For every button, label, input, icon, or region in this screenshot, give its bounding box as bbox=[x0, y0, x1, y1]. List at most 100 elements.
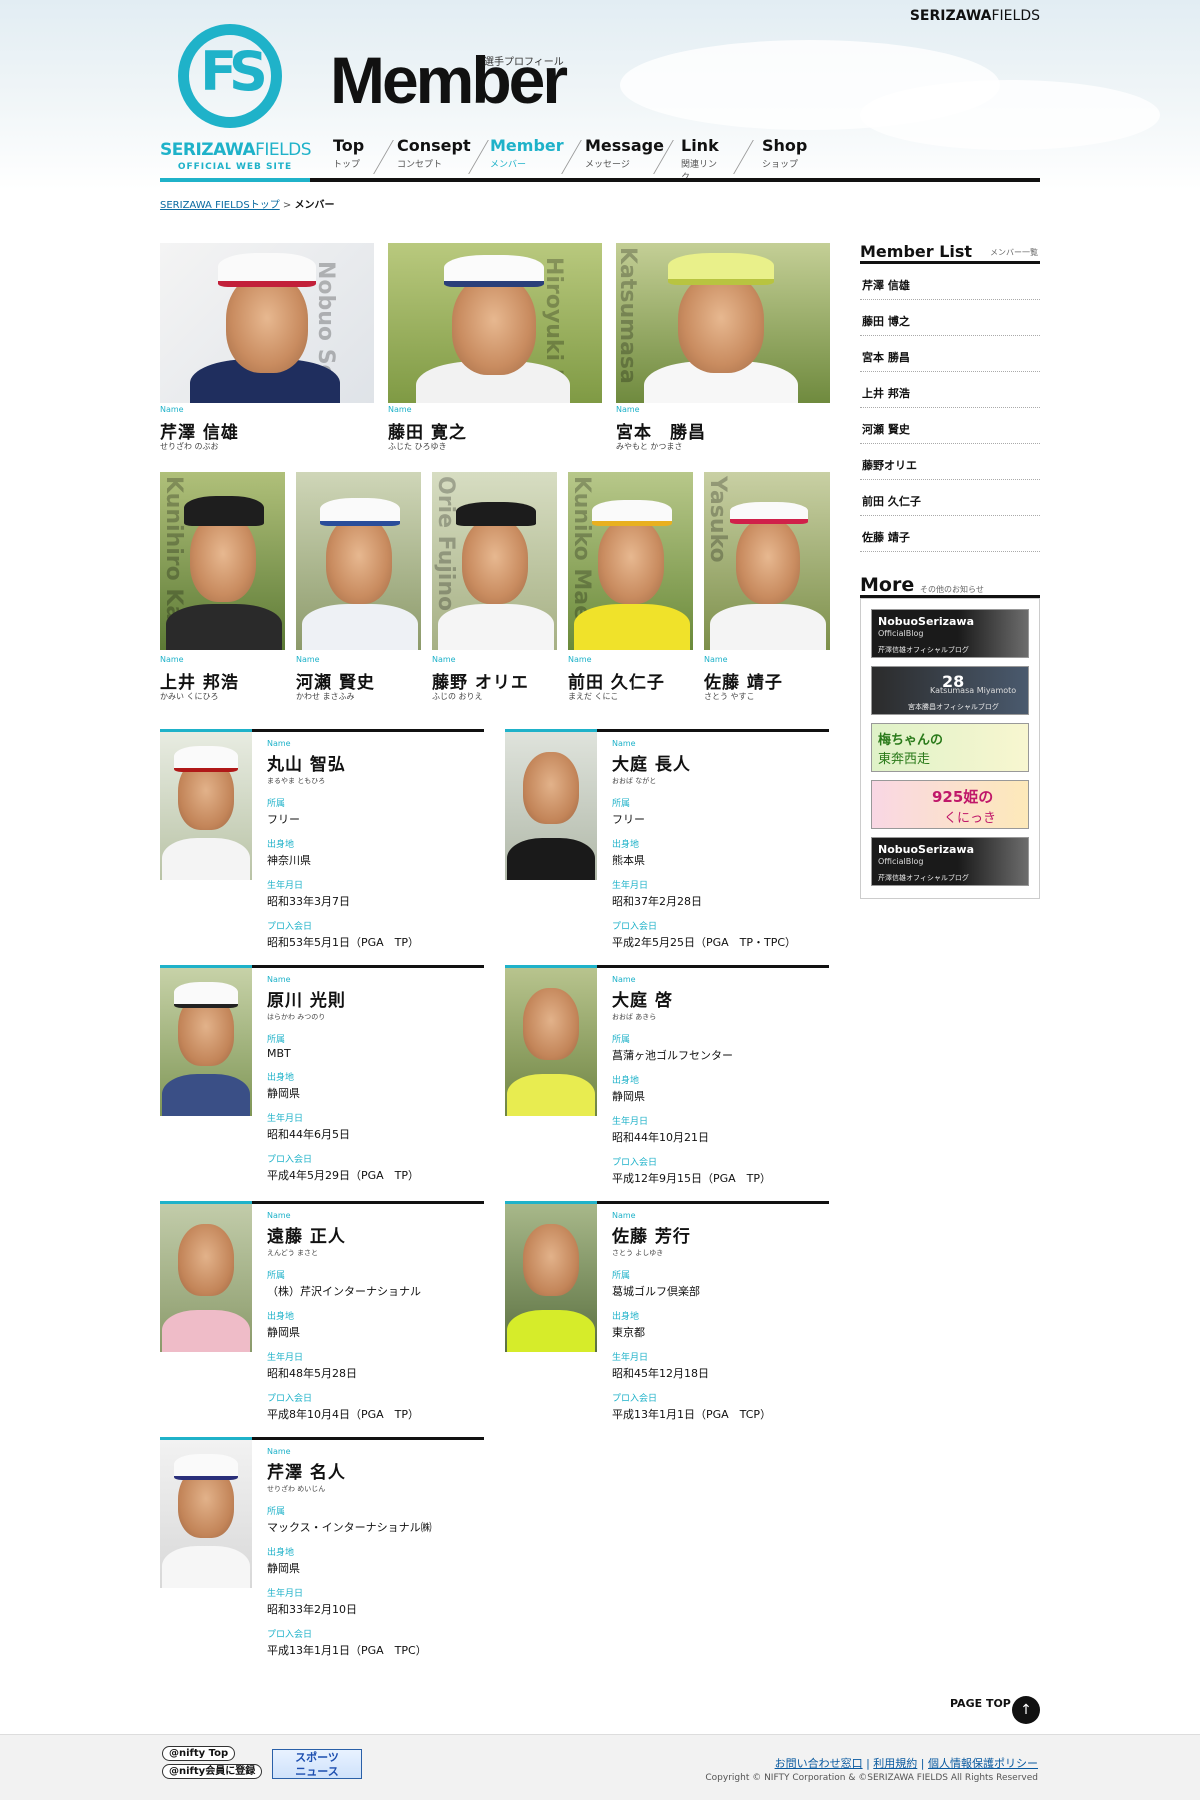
breadcrumb-home-link[interactable]: SERIZAWA FIELDSトップ bbox=[160, 200, 280, 211]
banner-serizawa-blog-2[interactable]: NobuoSerizawa OfficialBlog 芹澤信雄オフィシャルブログ bbox=[871, 837, 1029, 886]
member-list-item[interactable]: 佐藤 靖子 bbox=[860, 516, 1040, 552]
member-name[interactable]: 前田 久仁子 bbox=[568, 668, 665, 693]
site-logo[interactable]: FS SERIZAWAFIELDS OFFICIAL WEB SITE bbox=[160, 22, 312, 182]
nav-link[interactable]: Link関連リンク bbox=[681, 136, 719, 183]
affiliation-value: フリー bbox=[612, 813, 645, 826]
affiliation-value: フリー bbox=[267, 813, 300, 826]
member-list-item[interactable]: 上井 邦浩 bbox=[860, 372, 1040, 408]
birthday-label: 生年月日 bbox=[267, 1114, 304, 1124]
pro-date-value: 昭和53年5月1日（PGA TP） bbox=[267, 936, 420, 949]
profile-name: 丸山 智弘 bbox=[267, 755, 346, 775]
birthday-label: 生年月日 bbox=[612, 881, 649, 891]
member-name[interactable]: 藤野 オリエ bbox=[432, 668, 529, 693]
pro-date-value: 平成13年1月1日（PGA TCP） bbox=[612, 1408, 772, 1421]
name-label: Name bbox=[296, 655, 320, 664]
birthplace-label: 出身地 bbox=[267, 1548, 295, 1558]
member-list-item[interactable]: 前田 久仁子 bbox=[860, 480, 1040, 516]
member-photo-kamii-kunihiro[interactable]: Kunihiro Kamii bbox=[160, 472, 285, 650]
pro-date-value: 平成4年5月29日（PGA TP） bbox=[267, 1169, 420, 1182]
profile-card: Name 佐藤 芳行 さとう よしゆき 所属 葛城ゴルフ倶楽部 出身地 東京都 … bbox=[505, 1201, 829, 1431]
sports-news-button[interactable]: スポーツ ニュース bbox=[272, 1749, 362, 1779]
terms-link[interactable]: 利用規約 bbox=[873, 1757, 917, 1770]
member-list-item[interactable]: 芹澤 信雄 bbox=[860, 264, 1040, 300]
nav-member[interactable]: Member メンバー bbox=[490, 136, 564, 170]
profile-name: 芹澤 名人 bbox=[267, 1463, 346, 1483]
profile-photo bbox=[160, 732, 252, 880]
member-kana: ふじの おりえ bbox=[432, 692, 483, 701]
affiliation-label: 所属 bbox=[612, 1271, 631, 1281]
member-name[interactable]: 上井 邦浩 bbox=[160, 668, 239, 693]
profile-card: Name 遠藤 正人 えんどう まさと 所属 （株）芹沢インターナショナル 出身… bbox=[160, 1201, 484, 1431]
pro-date-label: プロ入会日 bbox=[267, 1630, 313, 1640]
name-label: Name bbox=[612, 739, 636, 748]
birthday-label: 生年月日 bbox=[612, 1117, 649, 1127]
nifty-join-button[interactable]: @nifty会員に登録 bbox=[162, 1764, 263, 1779]
affiliation-label: 所属 bbox=[267, 1507, 286, 1517]
pro-date-value: 平成2年5月25日（PGA TP・TPC） bbox=[612, 936, 797, 949]
nav-consept[interactable]: Consept コンセプト bbox=[397, 136, 471, 170]
copyright: Copyright © NIFTY Corporation & ©SERIZAW… bbox=[705, 1773, 1038, 1783]
nav-message[interactable]: Message メッセージ bbox=[585, 136, 664, 170]
member-kana: さとう やすこ bbox=[704, 692, 755, 701]
banner-serizawa-blog[interactable]: NobuoSerizawa OfficialBlog 芹澤信雄オフィシャルブログ bbox=[871, 609, 1029, 658]
banner-ume-chan[interactable]: 梅ちゃんの 東奔西走 bbox=[871, 723, 1029, 772]
contact-link[interactable]: お問い合わせ窓口 bbox=[775, 1757, 863, 1770]
member-photo-serizawa-nobuo[interactable]: Nobuo Serizawa bbox=[160, 243, 374, 403]
nav-top[interactable]: Top トップ bbox=[333, 136, 364, 170]
sidebar: Member List メンバー一覧 芹澤 信雄 藤田 博之 宮本 勝昌 上井 … bbox=[860, 240, 1040, 899]
birthplace-value: 静岡県 bbox=[267, 1087, 300, 1100]
name-label: Name bbox=[267, 1211, 291, 1220]
birthplace-value: 東京都 bbox=[612, 1326, 645, 1339]
profile-kana: はらかわ みつのり bbox=[267, 1013, 326, 1021]
member-photo-maeda-kuniko[interactable]: Kuniko Maeda bbox=[568, 472, 693, 650]
profile-kana: せりざわ めいじん bbox=[267, 1485, 326, 1493]
profile-kana: おおば ながと bbox=[612, 777, 657, 785]
pro-date-value: 平成12年9月15日（PGA TP） bbox=[612, 1172, 772, 1185]
profile-kana: さとう よしゆき bbox=[612, 1249, 664, 1257]
affiliation-label: 所属 bbox=[612, 799, 631, 809]
member-list-item[interactable]: 藤野オリエ bbox=[860, 444, 1040, 480]
member-list-item[interactable]: 河瀬 賢史 bbox=[860, 408, 1040, 444]
breadcrumb: SERIZAWA FIELDSトップ > メンバー bbox=[160, 196, 334, 211]
profile-photo bbox=[505, 732, 597, 880]
member-list-subtitle: メンバー一覧 bbox=[990, 248, 1038, 257]
member-photo-sato-yasuko[interactable]: Yasuko bbox=[704, 472, 830, 650]
member-name[interactable]: 佐藤 靖子 bbox=[704, 668, 783, 693]
member-photo-kawase-masafumi[interactable] bbox=[296, 472, 421, 650]
member-name[interactable]: 藤田 寛之 bbox=[388, 418, 467, 443]
banner-925hime[interactable]: 925姫の くにっき bbox=[871, 780, 1029, 829]
name-label: Name bbox=[267, 1447, 291, 1456]
member-photo-fujino-orie[interactable]: Orie Fujino bbox=[432, 472, 557, 650]
profile-photo bbox=[160, 1440, 252, 1588]
birthplace-label: 出身地 bbox=[267, 1073, 295, 1083]
member-name[interactable]: 宮本 勝昌 bbox=[616, 418, 706, 443]
affiliation-label: 所属 bbox=[267, 1035, 286, 1045]
page-top-link[interactable]: PAGE TOP bbox=[950, 1697, 1011, 1710]
member-list-item[interactable]: 宮本 勝昌 bbox=[860, 336, 1040, 372]
nifty-top-button[interactable]: @nifty Top bbox=[162, 1746, 236, 1761]
profile-photo bbox=[160, 1204, 252, 1352]
member-kana: みやもと かつまさ bbox=[616, 442, 683, 451]
name-label: Name bbox=[568, 655, 592, 664]
birthplace-value: 静岡県 bbox=[267, 1326, 300, 1339]
pro-date-value: 平成8年10月4日（PGA TP） bbox=[267, 1408, 420, 1421]
privacy-link[interactable]: 個人情報保護ポリシー bbox=[928, 1757, 1038, 1770]
banner-miyamoto-blog[interactable]: 28 Katsumasa Miyamoto 宮本勝昌オフィシャルブログ bbox=[871, 666, 1029, 715]
member-photo-fujita-hiroyuki[interactable]: Hiroyuki Fujita bbox=[388, 243, 602, 403]
birthplace-label: 出身地 bbox=[612, 1076, 640, 1086]
name-label: Name bbox=[267, 739, 291, 748]
affiliation-label: 所属 bbox=[267, 799, 286, 809]
birthplace-label: 出身地 bbox=[267, 1312, 295, 1322]
member-list-title: Member List bbox=[860, 242, 973, 261]
pro-date-value: 平成13年1月1日（PGA TPC） bbox=[267, 1644, 427, 1657]
member-name[interactable]: 河瀬 賢史 bbox=[296, 668, 375, 693]
member-list-item[interactable]: 藤田 博之 bbox=[860, 300, 1040, 336]
arrow-up-icon[interactable]: ↑ bbox=[1012, 1696, 1040, 1724]
nav-shop[interactable]: Shop ショップ bbox=[762, 136, 807, 170]
member-name[interactable]: 芹澤 信雄 bbox=[160, 418, 239, 443]
more-title: More bbox=[860, 574, 915, 596]
more-subtitle: その他のお知らせ bbox=[920, 585, 984, 594]
birthday-label: 生年月日 bbox=[612, 1353, 649, 1363]
name-label: Name bbox=[432, 655, 456, 664]
member-photo-miyamoto-katsumasa[interactable]: Katsumasa bbox=[616, 243, 830, 403]
